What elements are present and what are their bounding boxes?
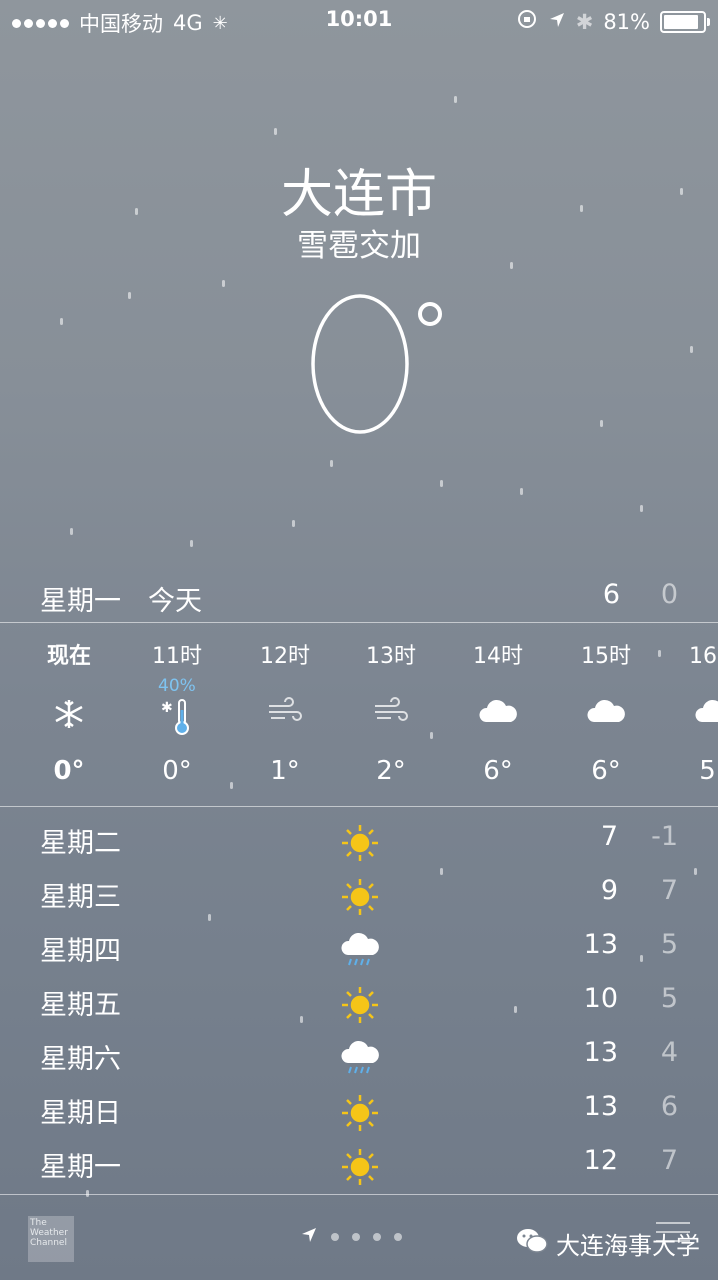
day-low: 6 bbox=[660, 1091, 678, 1122]
wind-icon bbox=[337, 696, 445, 736]
sun-icon bbox=[340, 877, 380, 917]
location-arrow-icon bbox=[548, 10, 566, 34]
hour-time: 13时 bbox=[366, 644, 416, 669]
rain-cloud-icon bbox=[340, 1039, 380, 1079]
today-low: 0 bbox=[660, 579, 678, 610]
degree-symbol bbox=[418, 302, 442, 326]
sun-icon bbox=[340, 985, 380, 1025]
sun-icon bbox=[340, 1147, 380, 1187]
day-high: 10 bbox=[583, 983, 618, 1014]
rotation-lock-icon bbox=[516, 8, 538, 35]
today-high: 6 bbox=[602, 579, 620, 610]
day-high: 13 bbox=[583, 1037, 618, 1068]
hour-time: 现在 bbox=[46, 644, 91, 669]
hour-temp: 6° bbox=[591, 756, 621, 786]
day-high: 7 bbox=[600, 821, 618, 852]
svg-text:✱: ✱ bbox=[161, 700, 173, 716]
hour-time: 12时 bbox=[260, 644, 310, 669]
page-indicator[interactable] bbox=[300, 1226, 402, 1248]
day-name: 星期二 bbox=[40, 828, 121, 859]
day-row: 星期二 7 -1 bbox=[0, 815, 718, 869]
page-dot bbox=[373, 1233, 381, 1241]
battery-icon bbox=[660, 10, 710, 33]
sun-icon bbox=[340, 1093, 380, 1133]
cloud-icon bbox=[552, 696, 660, 736]
cloud-icon bbox=[444, 696, 552, 736]
day-high: 12 bbox=[583, 1145, 618, 1176]
sun-icon bbox=[340, 823, 380, 863]
page-dot bbox=[352, 1233, 360, 1241]
day-row: 星期四 13 5 bbox=[0, 923, 718, 977]
hour-time: 16时 bbox=[689, 644, 718, 669]
divider bbox=[0, 1194, 718, 1195]
rain-cloud-icon bbox=[340, 931, 380, 971]
day-low: 7 bbox=[660, 1145, 678, 1176]
day-name: 星期三 bbox=[40, 882, 121, 913]
day-row: 星期一 12 7 bbox=[0, 1139, 718, 1193]
battery-percent: 81% bbox=[603, 9, 650, 34]
wind-icon bbox=[231, 696, 339, 736]
day-name: 星期一 bbox=[40, 1152, 121, 1183]
day-low: 4 bbox=[660, 1037, 678, 1068]
day-name: 星期五 bbox=[40, 990, 121, 1021]
day-name: 星期四 bbox=[40, 936, 121, 967]
location-arrow-icon bbox=[300, 1226, 318, 1248]
cloud-icon bbox=[660, 696, 718, 736]
divider bbox=[0, 806, 718, 807]
hour-temp: 0° bbox=[162, 756, 192, 786]
day-name: 星期六 bbox=[40, 1044, 121, 1075]
day-row: 星期日 13 6 bbox=[0, 1085, 718, 1139]
day-row: 星期三 9 7 bbox=[0, 869, 718, 923]
precipitation-chance: 40% bbox=[158, 676, 196, 696]
day-low: 7 bbox=[660, 875, 678, 906]
day-low: 5 bbox=[660, 983, 678, 1014]
today-day: 星期一 bbox=[40, 586, 121, 617]
page-dot bbox=[331, 1233, 339, 1241]
hour-temp: 2° bbox=[376, 756, 406, 786]
hour-temp: 6° bbox=[483, 756, 513, 786]
day-row: 星期六 13 4 bbox=[0, 1031, 718, 1085]
wechat-icon bbox=[516, 1227, 548, 1261]
today-label: 今天 bbox=[148, 586, 202, 617]
day-row: 星期五 10 5 bbox=[0, 977, 718, 1031]
day-name: 星期日 bbox=[40, 1098, 121, 1129]
hour-time: 15时 bbox=[581, 644, 631, 669]
day-high: 13 bbox=[583, 929, 618, 960]
today-summary: 星期一 今天 6 0 bbox=[0, 575, 718, 619]
hour-time: 14时 bbox=[473, 644, 523, 669]
weather-channel-logo[interactable]: The Weather Channel bbox=[28, 1216, 74, 1262]
day-high: 9 bbox=[600, 875, 618, 906]
bluetooth-icon: ✱ bbox=[575, 9, 594, 34]
hour-temp: 5° bbox=[699, 756, 718, 786]
day-high: 13 bbox=[583, 1091, 618, 1122]
divider bbox=[0, 622, 718, 623]
snow-thermometer-icon: ✱ bbox=[123, 696, 231, 736]
day-low: 5 bbox=[660, 929, 678, 960]
snowflake-icon bbox=[15, 696, 123, 736]
page-dot bbox=[394, 1233, 402, 1241]
city-name: 大连市 bbox=[280, 165, 437, 225]
hour-time: 11时 bbox=[152, 644, 202, 669]
list-icon[interactable] bbox=[656, 1222, 690, 1249]
weather-condition: 雪雹交加 bbox=[297, 228, 421, 264]
hourly-forecast[interactable]: 现在 0° 11时 ✱ 0° 12时 1° 13时 2° 14时 6° 15时 bbox=[0, 624, 718, 804]
day-low: -1 bbox=[651, 821, 678, 852]
hour-temp: 1° bbox=[270, 756, 300, 786]
status-bar: 中国移动 4G ✳ 10:01 ✱ 81% bbox=[0, 0, 718, 40]
hour-temp: 0° bbox=[53, 756, 85, 786]
